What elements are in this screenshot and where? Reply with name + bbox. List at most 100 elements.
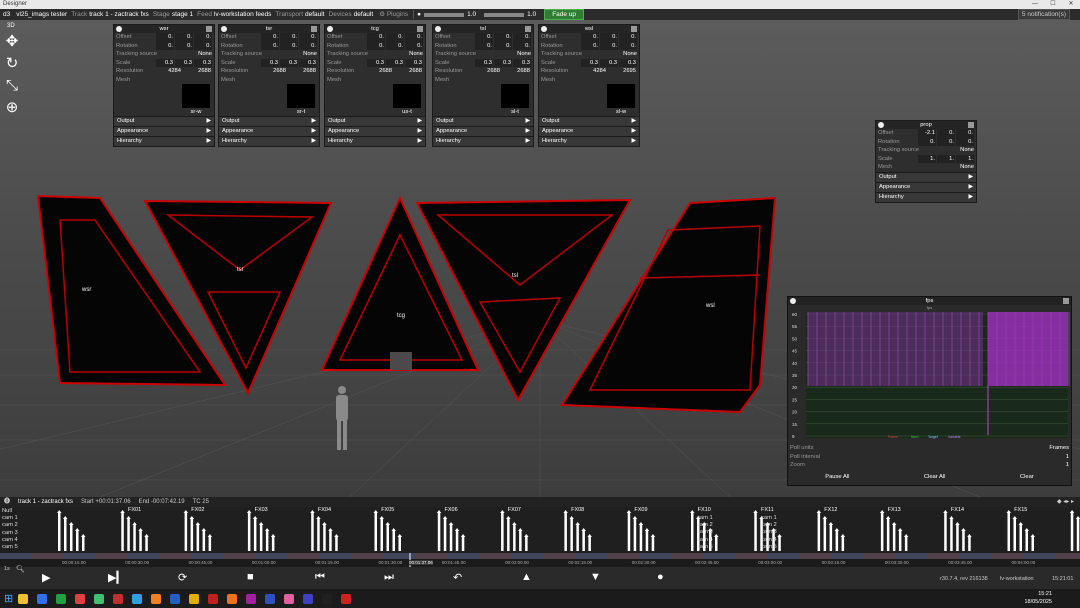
cue-bar[interactable] bbox=[1031, 537, 1035, 551]
hierarchy-section[interactable]: Hierarchy ▶ bbox=[219, 136, 319, 146]
cue-bar[interactable] bbox=[323, 525, 326, 551]
rotation-x[interactable]: 0. bbox=[475, 41, 493, 50]
output-section[interactable]: Output ▶ bbox=[219, 116, 319, 126]
pause-all-button[interactable]: Pause All bbox=[825, 472, 849, 482]
panel-menu-icon[interactable] bbox=[417, 26, 423, 32]
fade-up-button[interactable]: Fade up bbox=[544, 9, 585, 20]
cue-bar[interactable] bbox=[950, 519, 953, 551]
cue-bar[interactable] bbox=[841, 537, 845, 551]
play-to-end-icon[interactable]: ▶▎ bbox=[108, 571, 125, 584]
cue-bar[interactable] bbox=[639, 525, 643, 551]
cue-bar[interactable] bbox=[437, 513, 441, 551]
resolution-width[interactable]: 4284 bbox=[578, 67, 607, 76]
timeline-info-icon[interactable]: ⓿ bbox=[4, 497, 10, 507]
resolution-height[interactable]: 2688 bbox=[394, 67, 423, 76]
output-section[interactable]: Output ▶ bbox=[539, 116, 639, 126]
cue-bar[interactable] bbox=[82, 537, 85, 551]
cue-bar[interactable] bbox=[507, 519, 510, 551]
clear-button[interactable]: Clear bbox=[1020, 472, 1034, 482]
cue-bar[interactable] bbox=[588, 537, 591, 551]
taskbar-app-icon[interactable] bbox=[113, 594, 123, 604]
cue-bar[interactable] bbox=[265, 531, 269, 551]
tracking-value[interactable]: None bbox=[623, 50, 637, 59]
return-icon[interactable]: ↶ bbox=[453, 571, 462, 584]
info-icon[interactable] bbox=[221, 26, 227, 32]
cue-bar[interactable] bbox=[501, 513, 504, 551]
cue-bar[interactable] bbox=[1070, 513, 1074, 551]
tracking-value[interactable]: None bbox=[303, 50, 317, 59]
windows-start-icon[interactable]: ⊞ bbox=[4, 592, 13, 605]
fx-cue-label[interactable]: FX08 bbox=[571, 507, 584, 513]
offset-z[interactable]: 0. bbox=[194, 33, 212, 42]
offset-y[interactable]: 0. bbox=[494, 33, 512, 42]
transport-selector[interactable]: default bbox=[305, 9, 325, 20]
cue-bar[interactable] bbox=[823, 519, 827, 551]
move-icon[interactable]: ✥ bbox=[3, 33, 21, 51]
scale-icon[interactable]: ⤡ bbox=[3, 77, 21, 95]
scale-y[interactable]: 0.3 bbox=[494, 58, 512, 67]
cue-bar[interactable] bbox=[582, 531, 585, 551]
loop-icon[interactable]: ⟳ bbox=[178, 571, 187, 584]
cue-bar[interactable] bbox=[1025, 531, 1029, 551]
rotate-icon[interactable]: ↻ bbox=[3, 55, 21, 73]
cue-bar[interactable] bbox=[335, 537, 338, 551]
taskbar-app-icon[interactable] bbox=[94, 594, 104, 604]
fade-slider[interactable] bbox=[484, 12, 525, 17]
record-icon[interactable]: ● bbox=[657, 571, 664, 583]
cue-bar[interactable] bbox=[829, 525, 833, 551]
track-label[interactable]: Null bbox=[2, 508, 12, 514]
cue-bar[interactable] bbox=[443, 519, 447, 551]
panel-menu-icon[interactable] bbox=[525, 26, 531, 32]
cue-bar[interactable] bbox=[70, 525, 73, 551]
hierarchy-section[interactable]: Hierarchy ▶ bbox=[325, 136, 425, 146]
scale-x[interactable]: 0.3 bbox=[367, 58, 385, 67]
track-label[interactable]: cam 2 bbox=[2, 522, 18, 528]
hierarchy-section[interactable]: Hierarchy ▶ bbox=[433, 136, 533, 146]
info-icon[interactable] bbox=[790, 298, 796, 304]
scale-y[interactable]: 0.3 bbox=[280, 58, 298, 67]
zoom-level[interactable]: 1s bbox=[4, 566, 10, 572]
track-label[interactable]: cam 1 bbox=[2, 515, 18, 521]
zoom-value[interactable]: 1 bbox=[1066, 461, 1069, 470]
fx-cue-label[interactable]: FX09 bbox=[634, 507, 647, 513]
cue-bar[interactable] bbox=[519, 531, 522, 551]
timeline-tracks[interactable]: Null cam 1 cam 2 cam 3 cam 4 cam 5 cam 1 cam 2c… bbox=[0, 507, 1080, 553]
project-name[interactable]: vl25_imags tester bbox=[16, 9, 67, 20]
close-icon[interactable]: ✕ bbox=[1062, 0, 1080, 9]
taskbar-app-icon[interactable] bbox=[284, 594, 294, 604]
cue-bar[interactable] bbox=[570, 519, 573, 551]
offset-x[interactable]: -2.1 bbox=[918, 129, 936, 138]
play-icon[interactable]: ▶ bbox=[42, 571, 50, 584]
fx-cue-label[interactable]: FX04 bbox=[318, 507, 331, 513]
scale-z[interactable]: 0.3 bbox=[194, 58, 212, 67]
taskbar-app-icon[interactable] bbox=[227, 594, 237, 604]
resolution-height[interactable]: 2688 bbox=[502, 67, 531, 76]
up-icon[interactable]: ▲ bbox=[521, 571, 532, 583]
previous-icon[interactable]: ⏮ bbox=[315, 571, 325, 584]
fx-cue-label[interactable]: FX05 bbox=[381, 507, 394, 513]
offset-z[interactable]: 0. bbox=[513, 33, 531, 42]
rotation-z[interactable]: 0. bbox=[299, 41, 317, 50]
output-section[interactable]: Output ▶ bbox=[433, 116, 533, 126]
cue-bar[interactable] bbox=[898, 531, 902, 551]
taskbar-app-icon[interactable] bbox=[18, 594, 28, 604]
rotation-z[interactable]: 0. bbox=[513, 41, 531, 50]
rotation-x[interactable]: 0. bbox=[156, 41, 174, 50]
cue-bar[interactable] bbox=[564, 513, 567, 551]
cue-bar[interactable] bbox=[392, 531, 396, 551]
appearance-section[interactable]: Appearance ▶ bbox=[876, 181, 976, 192]
appearance-section[interactable]: Appearance ▶ bbox=[325, 126, 425, 136]
cue-bar[interactable] bbox=[386, 525, 390, 551]
panel-menu-icon[interactable] bbox=[1063, 298, 1069, 304]
mesh-value[interactable]: None bbox=[960, 163, 974, 172]
taskbar-app-icon[interactable] bbox=[322, 594, 332, 604]
cue-bar[interactable] bbox=[778, 537, 781, 551]
info-icon[interactable] bbox=[541, 26, 547, 32]
fx-cue-label[interactable]: FX13 bbox=[888, 507, 901, 513]
offset-y[interactable]: 0. bbox=[386, 33, 404, 42]
cue-bar[interactable] bbox=[202, 531, 206, 551]
app-name[interactable]: d3 bbox=[3, 9, 10, 20]
cue-bar[interactable] bbox=[64, 519, 67, 551]
taskbar-app-icon[interactable] bbox=[246, 594, 256, 604]
cue-bar[interactable] bbox=[58, 513, 61, 551]
